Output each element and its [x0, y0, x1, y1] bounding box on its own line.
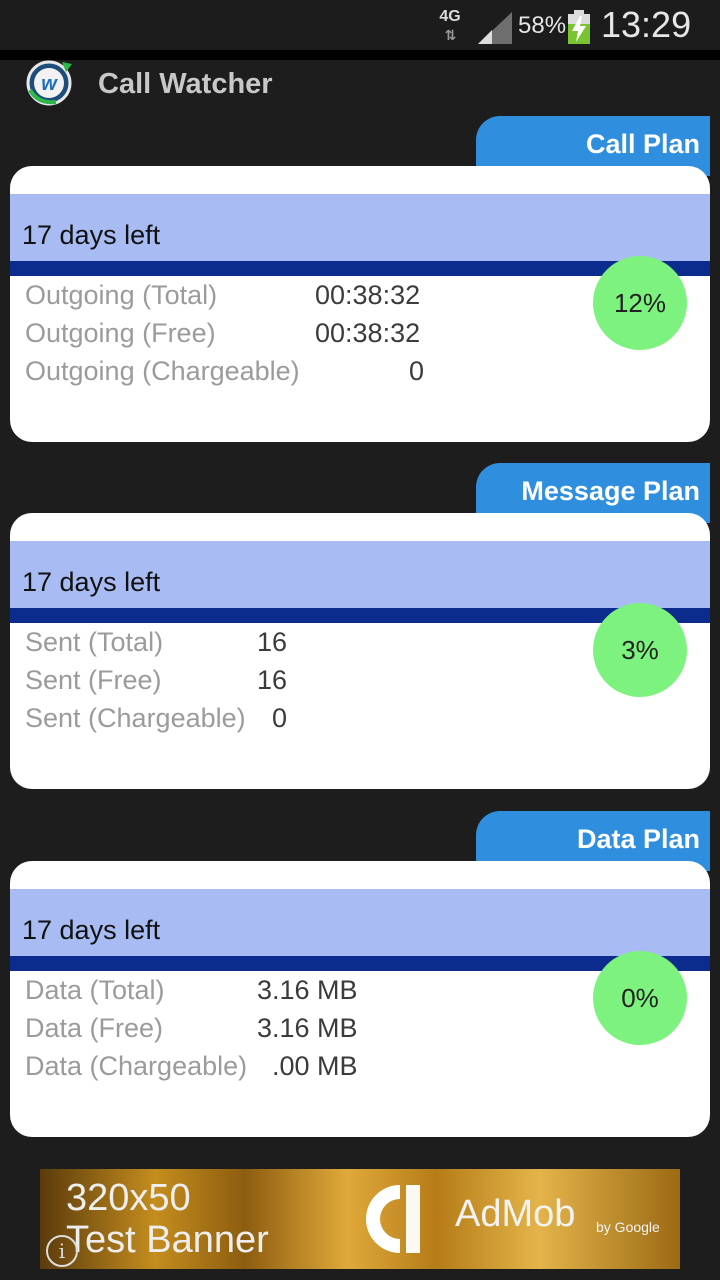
ad-label-text: Test Banner — [66, 1219, 269, 1261]
stat-label: Outgoing (Total) — [25, 280, 218, 310]
stat-value: 0 — [272, 703, 288, 733]
stat-value: .00 MB — [272, 1051, 358, 1081]
battery-charging-icon — [568, 10, 590, 44]
days-left-band: 17 days left — [10, 194, 710, 261]
app-title: Call Watcher — [98, 68, 273, 100]
days-left-text: 17 days left — [22, 220, 161, 250]
stat-value: 3.16 MB — [257, 975, 358, 1005]
stat-value: 16 — [257, 627, 288, 657]
signal-icon — [478, 12, 512, 44]
stat-value: 0 — [409, 356, 425, 386]
usage-percent-circle: 12% — [593, 256, 687, 350]
stat-value: 00:38:32 — [315, 280, 421, 310]
stat-label: Data (Total) — [25, 975, 165, 1005]
status-bar: 4G ⇅ 58% 13:29 — [0, 0, 720, 60]
ad-brand-text: AdMob — [455, 1193, 576, 1235]
stat-label: Outgoing (Free) — [25, 318, 216, 348]
stat-value: 00:38:32 — [315, 318, 421, 348]
ad-by-text: by Google — [596, 1219, 660, 1235]
days-left-text: 17 days left — [22, 915, 161, 945]
call-plan-section: Call Plan 17 days left Outgoing (Total) … — [10, 116, 710, 446]
message-plan-card[interactable]: 17 days left Sent (Total) 16 Sent (Free)… — [10, 513, 710, 789]
days-left-band: 17 days left — [10, 541, 710, 608]
stat-value: 16 — [257, 665, 288, 695]
usage-percent-circle: 3% — [593, 603, 687, 697]
stat-label: Data (Chargeable) — [25, 1051, 248, 1081]
data-arrows-icon: ⇅ — [444, 27, 457, 43]
admob-logo-icon — [366, 1185, 420, 1253]
action-bar: w Call Watcher — [0, 60, 720, 116]
stat-label: Sent (Chargeable) — [25, 703, 246, 733]
network-type-label: 4G — [439, 8, 461, 25]
ad-size-text: 320x50 — [66, 1177, 191, 1219]
days-left-band: 17 days left — [10, 889, 710, 956]
status-bar-divider — [0, 50, 720, 60]
network-4g-icon: 4G ⇅ — [436, 8, 464, 44]
data-plan-section: Data Plan 17 days left Data (Total) 3.16… — [10, 811, 710, 1141]
call-watcher-logo-icon[interactable]: w — [26, 60, 74, 106]
data-plan-card[interactable]: 17 days left Data (Total) 3.16 MB Data (… — [10, 861, 710, 1137]
days-left-text: 17 days left — [22, 567, 161, 597]
usage-percent-circle: 0% — [593, 951, 687, 1045]
battery-percent: 58% — [518, 12, 567, 39]
clock: 13:29 — [601, 4, 692, 45]
svg-text:w: w — [41, 73, 58, 95]
admob-test-banner[interactable]: 320x50 Test Banner i AdMob by Google — [40, 1169, 680, 1269]
stat-label: Outgoing (Chargeable) — [25, 356, 300, 386]
call-plan-card[interactable]: 17 days left Outgoing (Total) 00:38:32 O… — [10, 166, 710, 442]
message-plan-section: Message Plan 17 days left Sent (Total) 1… — [10, 463, 710, 793]
stat-label: Data (Free) — [25, 1013, 164, 1043]
ad-info-icon[interactable]: i — [46, 1235, 78, 1267]
stat-value: 3.16 MB — [257, 1013, 358, 1043]
stat-label: Sent (Total) — [25, 627, 164, 657]
stat-label: Sent (Free) — [25, 665, 162, 695]
